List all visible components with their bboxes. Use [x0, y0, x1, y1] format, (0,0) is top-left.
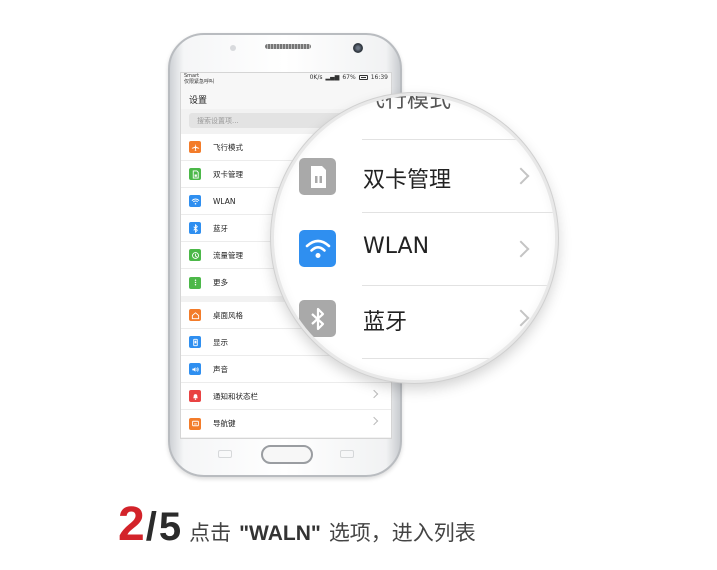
data-usage-icon	[189, 249, 201, 261]
sim-card-icon	[189, 168, 201, 180]
setting-label: 飞行模式	[213, 142, 243, 152]
setting-label: 更多	[213, 278, 228, 287]
display-icon	[189, 336, 201, 348]
setting-label: 导航键	[213, 419, 236, 428]
battery-percent: 67%	[342, 74, 356, 81]
earpiece-speaker	[265, 44, 311, 49]
menu-key-icon[interactable]	[218, 450, 232, 458]
carrier-status: 仅限紧急呼叫	[184, 78, 215, 85]
step-separator: /	[145, 505, 157, 549]
caption-text-after: 选项，进入列表	[328, 521, 476, 545]
divider	[362, 358, 555, 359]
magnifier-callout: 飞行模式 双卡管理 WLAN 蓝牙	[271, 93, 558, 383]
magnified-partial-label: 飞行模式	[363, 93, 452, 113]
carrier-info: Smart 仅限紧急呼叫	[184, 73, 215, 85]
bluetooth-icon	[299, 300, 336, 337]
proximity-sensor	[230, 45, 236, 51]
setting-navigation-keys[interactable]: 导航键	[181, 410, 391, 437]
step-current: 2	[118, 498, 145, 551]
chevron-right-icon	[369, 416, 379, 426]
network-speed: 0K/s	[309, 74, 323, 81]
status-right: 0K/s ▂▄▆ 67% 16:39	[310, 74, 388, 81]
chevron-right-icon	[512, 309, 530, 327]
step-caption: 2 / 5 点击 "WALN" 选项，进入列表	[118, 497, 476, 551]
setting-label: 蓝牙	[213, 223, 228, 233]
signal-icon: ▂▄▆	[325, 74, 340, 81]
wifi-icon	[299, 230, 336, 267]
magnified-label: 双卡管理	[363, 168, 452, 193]
back-key-icon[interactable]	[340, 450, 354, 458]
magnified-label: 蓝牙	[363, 310, 408, 335]
chevron-right-icon	[512, 240, 530, 258]
magnified-row-bluetooth: 蓝牙	[274, 286, 555, 358]
home-button[interactable]	[261, 445, 313, 464]
sound-icon	[189, 363, 201, 375]
setting-label: 显示	[213, 337, 228, 347]
airplane-icon	[189, 141, 201, 153]
chevron-right-icon	[512, 167, 530, 185]
navigation-key-icon	[189, 417, 201, 430]
setting-label: WLAN	[213, 196, 236, 206]
chevron-right-icon	[369, 389, 379, 399]
notification-icon	[189, 390, 201, 402]
magnified-row-wlan: WLAN	[274, 213, 555, 285]
magnified-row-dual-sim: 双卡管理	[274, 140, 555, 212]
home-style-icon	[189, 309, 201, 321]
sim-card-icon	[299, 158, 336, 195]
magnified-label-wlan: WLAN	[363, 234, 430, 259]
setting-label: 声音	[213, 364, 228, 374]
more-icon	[189, 276, 201, 289]
status-bar: Smart 仅限紧急呼叫 0K/s ▂▄▆ 67% 16:39	[181, 73, 391, 87]
caption-highlight: "WALN"	[239, 522, 321, 545]
battery-icon	[358, 75, 368, 80]
clock: 16:39	[370, 74, 388, 81]
bluetooth-icon	[189, 222, 201, 234]
setting-label: 桌面风格	[213, 310, 243, 320]
setting-label: 流量管理	[213, 250, 243, 260]
front-camera-icon	[353, 43, 363, 53]
step-total: 5	[158, 505, 182, 549]
setting-notifications[interactable]: 通知和状态栏	[181, 383, 391, 410]
caption-text-before: 点击	[189, 521, 232, 545]
setting-label: 通知和状态栏	[213, 391, 258, 401]
wifi-icon	[189, 195, 201, 207]
setting-label: 双卡管理	[213, 169, 243, 179]
